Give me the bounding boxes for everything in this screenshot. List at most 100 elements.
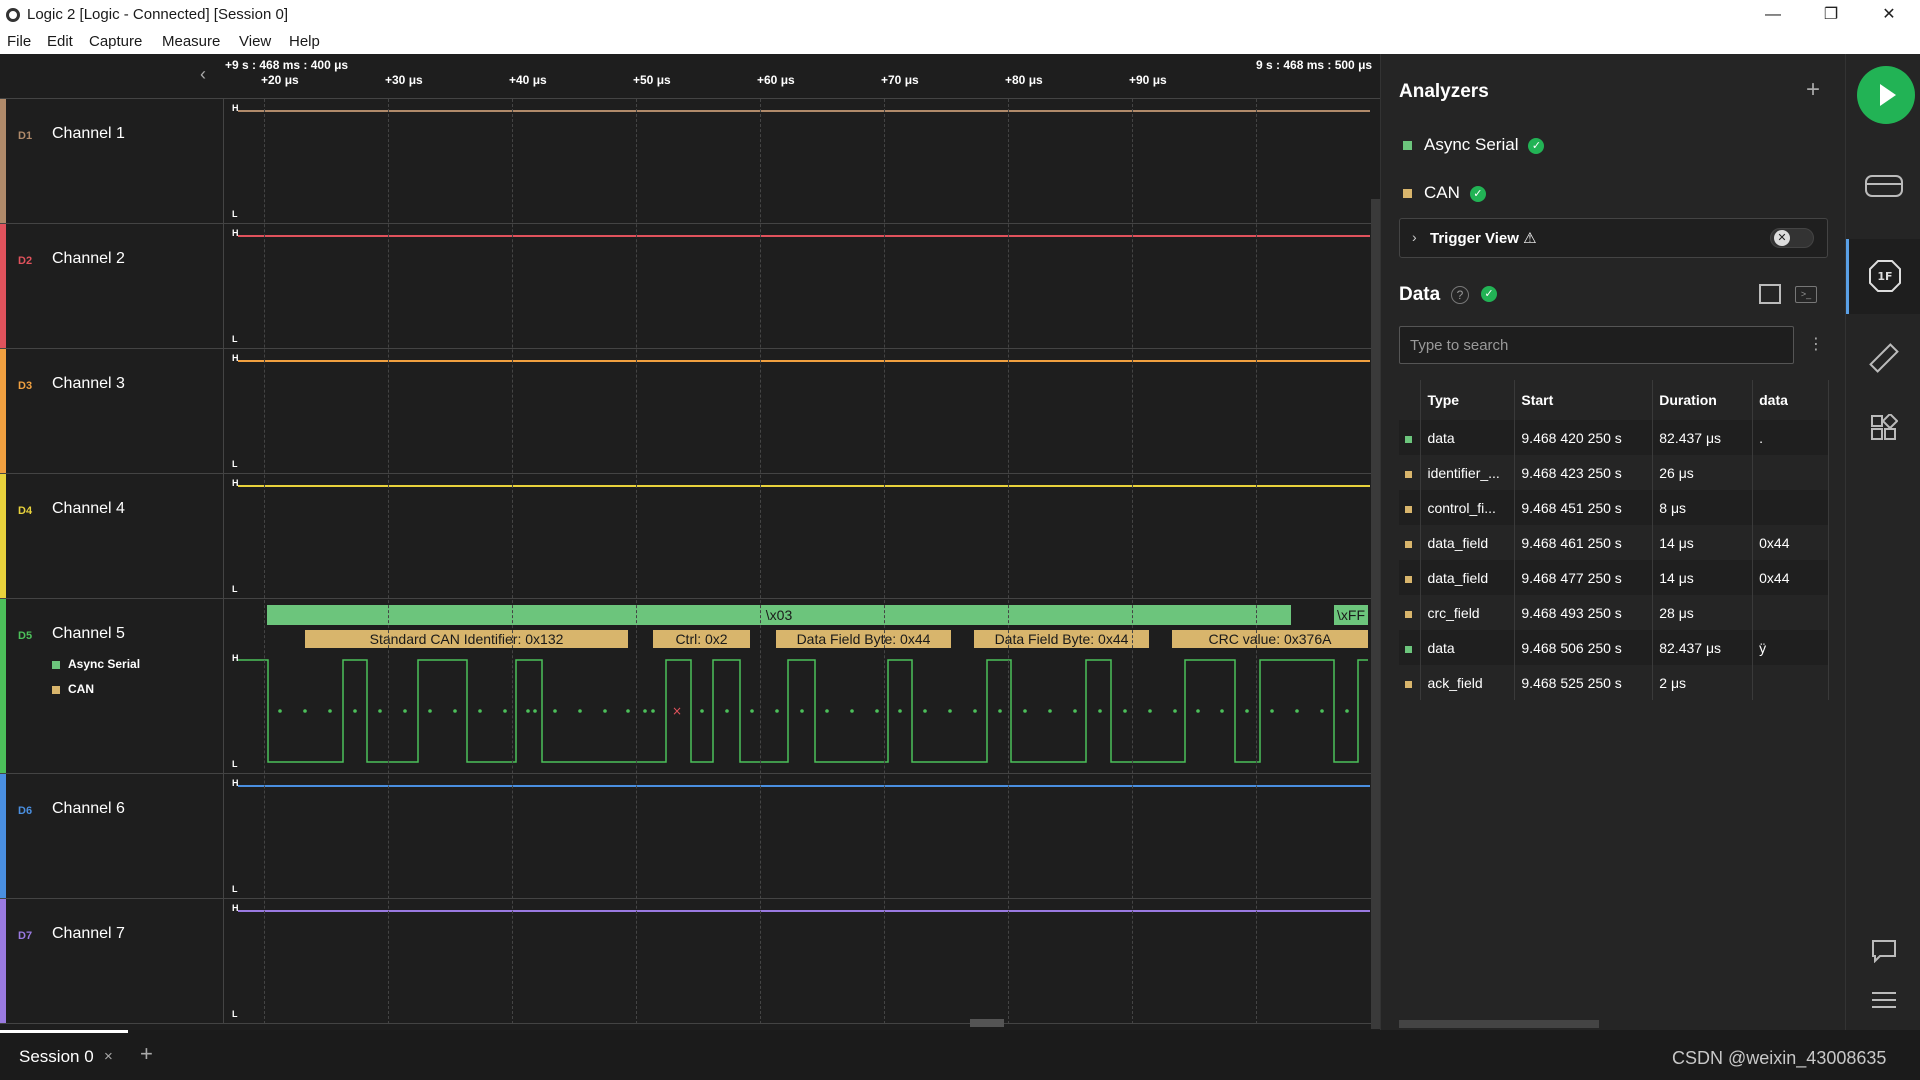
- close-button[interactable]: ✕: [1860, 0, 1918, 30]
- menu-help[interactable]: Help: [289, 33, 320, 50]
- table-row[interactable]: crc_field 9.468 493 250 s 28 μs: [1399, 595, 1829, 630]
- channel-label-area[interactable]: D1 Channel 1: [6, 99, 224, 223]
- check-icon: ✓: [1469, 185, 1486, 202]
- measure-icon[interactable]: [1868, 342, 1900, 374]
- trigger-view-section[interactable]: › Trigger View ⚠ ✕: [1399, 218, 1828, 258]
- table-row[interactable]: identifier_... 9.468 423 250 s 26 μs: [1399, 455, 1829, 490]
- channel-name[interactable]: Channel 2: [52, 250, 125, 268]
- start-timestamp: +9 s : 468 ms : 400 μs: [225, 58, 349, 72]
- right-panel: Analyzers + Async Serial ✓ CAN ✓ › Trigger…: [1380, 54, 1845, 1030]
- analyzer-name: CAN: [1424, 183, 1460, 202]
- row-marker: [1399, 560, 1422, 595]
- channel-label-area[interactable]: D4 Channel 4: [6, 474, 224, 598]
- menu-measure[interactable]: Measure: [162, 33, 220, 50]
- cell-data: [1752, 665, 1829, 700]
- table-view-icon[interactable]: [1759, 284, 1781, 304]
- color-swatch: [1405, 470, 1412, 478]
- menu-file[interactable]: File: [7, 33, 31, 50]
- terminal-icon[interactable]: >_: [1795, 286, 1817, 303]
- cell-data: ÿ: [1752, 630, 1829, 665]
- table-row[interactable]: data 9.468 420 250 s 82.437 μs.: [1399, 420, 1829, 455]
- row-marker: [1399, 525, 1422, 560]
- table-row[interactable]: data_field 9.468 477 250 s 14 μs 0x44: [1399, 560, 1829, 595]
- channel-label-area[interactable]: D6 Channel 6: [6, 774, 224, 898]
- table-header-start[interactable]: Start: [1514, 380, 1654, 420]
- channel-label-area[interactable]: D7 Channel 7: [6, 899, 224, 1023]
- channel-row-d4[interactable]: D4 Channel 4 H L: [0, 474, 1372, 599]
- channel-row-d5[interactable]: D5 Channel 5 Async Serial CAN H L \x03 \…: [0, 599, 1372, 774]
- session-bar: Session 0 × + CSDN @weixin_43008635: [0, 1030, 1920, 1080]
- chevron-right-icon[interactable]: ›: [1412, 229, 1417, 245]
- cell-data: 0x44: [1752, 525, 1829, 560]
- right-sidebar: 1F: [1845, 54, 1920, 1030]
- channel-row-d1[interactable]: D1 Channel 1 H L: [0, 99, 1372, 224]
- table-header-type[interactable]: Type: [1420, 380, 1516, 420]
- channel-id: D7: [18, 930, 33, 942]
- channel-id: D4: [18, 505, 33, 517]
- channel-name[interactable]: Channel 3: [52, 375, 125, 393]
- channel-name[interactable]: Channel 4: [52, 500, 125, 518]
- table-row[interactable]: data 9.468 506 250 s 82.437 μs ÿ: [1399, 630, 1829, 665]
- low-label: L: [232, 584, 238, 594]
- analyzer-item-can[interactable]: CAN ✓: [1403, 183, 1486, 203]
- channel-name[interactable]: Channel 1: [52, 125, 125, 143]
- trigger-view-toggle[interactable]: ✕: [1770, 228, 1814, 248]
- table-row[interactable]: control_fi... 9.468 451 250 s8 μs: [1399, 490, 1829, 525]
- table-header-data[interactable]: data: [1752, 380, 1829, 420]
- channel-row-d6[interactable]: D6 Channel 6 H L: [0, 774, 1372, 899]
- add-session-button[interactable]: +: [140, 1041, 153, 1067]
- close-icon: ✕: [1774, 230, 1790, 246]
- analyzers-icon[interactable]: 1F: [1868, 259, 1902, 293]
- cell-start: 9.468 525 250 s: [1514, 665, 1654, 700]
- app-logo-icon: [6, 8, 20, 22]
- analyzer-item-async-serial[interactable]: Async Serial ✓: [1403, 135, 1545, 155]
- menu-capture[interactable]: Capture: [89, 33, 142, 50]
- color-swatch: [1405, 680, 1412, 688]
- tick-label: +70 μs: [881, 73, 919, 87]
- more-options-icon[interactable]: ⋮: [1808, 334, 1824, 354]
- horizontal-scrollbar[interactable]: [1399, 1020, 1599, 1028]
- cell-start: 9.468 420 250 s: [1514, 420, 1654, 455]
- channel-label-area[interactable]: D2 Channel 2: [6, 224, 224, 348]
- channel-name[interactable]: Channel 6: [52, 800, 125, 818]
- notes-icon[interactable]: [1871, 939, 1897, 963]
- data-table: Type Start Duration data data 9.468 420 2…: [1399, 380, 1829, 700]
- play-icon[interactable]: [1857, 66, 1915, 124]
- table-row[interactable]: data_field 9.468 461 250 s 14 μs 0x44: [1399, 525, 1829, 560]
- channel-label-area[interactable]: D3 Channel 3: [6, 349, 224, 473]
- menu-icon[interactable]: [1871, 990, 1897, 1010]
- menu-view[interactable]: View: [239, 33, 271, 50]
- horizontal-scrollbar[interactable]: [970, 1019, 1004, 1027]
- color-swatch: [1405, 540, 1412, 548]
- channel-row-d7[interactable]: D7 Channel 7 H L: [0, 899, 1372, 1024]
- minimize-button[interactable]: —: [1744, 0, 1802, 30]
- help-icon[interactable]: ?: [1451, 286, 1469, 304]
- extensions-icon[interactable]: [1870, 414, 1898, 442]
- check-icon: ✓: [1481, 286, 1497, 302]
- maximize-button[interactable]: ❐: [1802, 0, 1860, 30]
- cell-type: ack_field: [1420, 665, 1516, 700]
- row-marker: [1399, 490, 1422, 525]
- timeline-header[interactable]: ‹ +9 s : 468 ms : 400 μs 9 s : 468 ms : …: [0, 54, 1380, 99]
- channel-name[interactable]: Channel 7: [52, 925, 125, 943]
- channel-row-d2[interactable]: D2 Channel 2 H L: [0, 224, 1372, 349]
- table-row[interactable]: ack_field 9.468 525 250 s2 μs: [1399, 665, 1829, 700]
- session-tab[interactable]: Session 0 ×: [0, 1030, 128, 1080]
- signal-trace: [238, 235, 1370, 237]
- channel-id: D3: [18, 380, 33, 392]
- color-swatch: [1405, 575, 1412, 583]
- channel5-waveform: ×: [238, 659, 1368, 763]
- row-marker: [1399, 420, 1422, 455]
- table-header-duration[interactable]: Duration: [1652, 380, 1754, 420]
- table-body: data 9.468 420 250 s 82.437 μs. identifier_…: [1399, 420, 1829, 700]
- color-swatch: [1405, 610, 1412, 618]
- menu-edit[interactable]: Edit: [47, 33, 73, 50]
- collapse-chevron-icon[interactable]: ‹: [200, 64, 206, 85]
- search-input[interactable]: [1399, 326, 1794, 364]
- vertical-scrollbar[interactable]: [1371, 199, 1380, 1029]
- add-analyzer-button[interactable]: +: [1806, 76, 1820, 104]
- data-title: Data: [1399, 284, 1441, 305]
- device-icon[interactable]: [1865, 174, 1903, 200]
- close-session-icon[interactable]: ×: [104, 1048, 113, 1065]
- channel-row-d3[interactable]: D3 Channel 3 H L: [0, 349, 1372, 474]
